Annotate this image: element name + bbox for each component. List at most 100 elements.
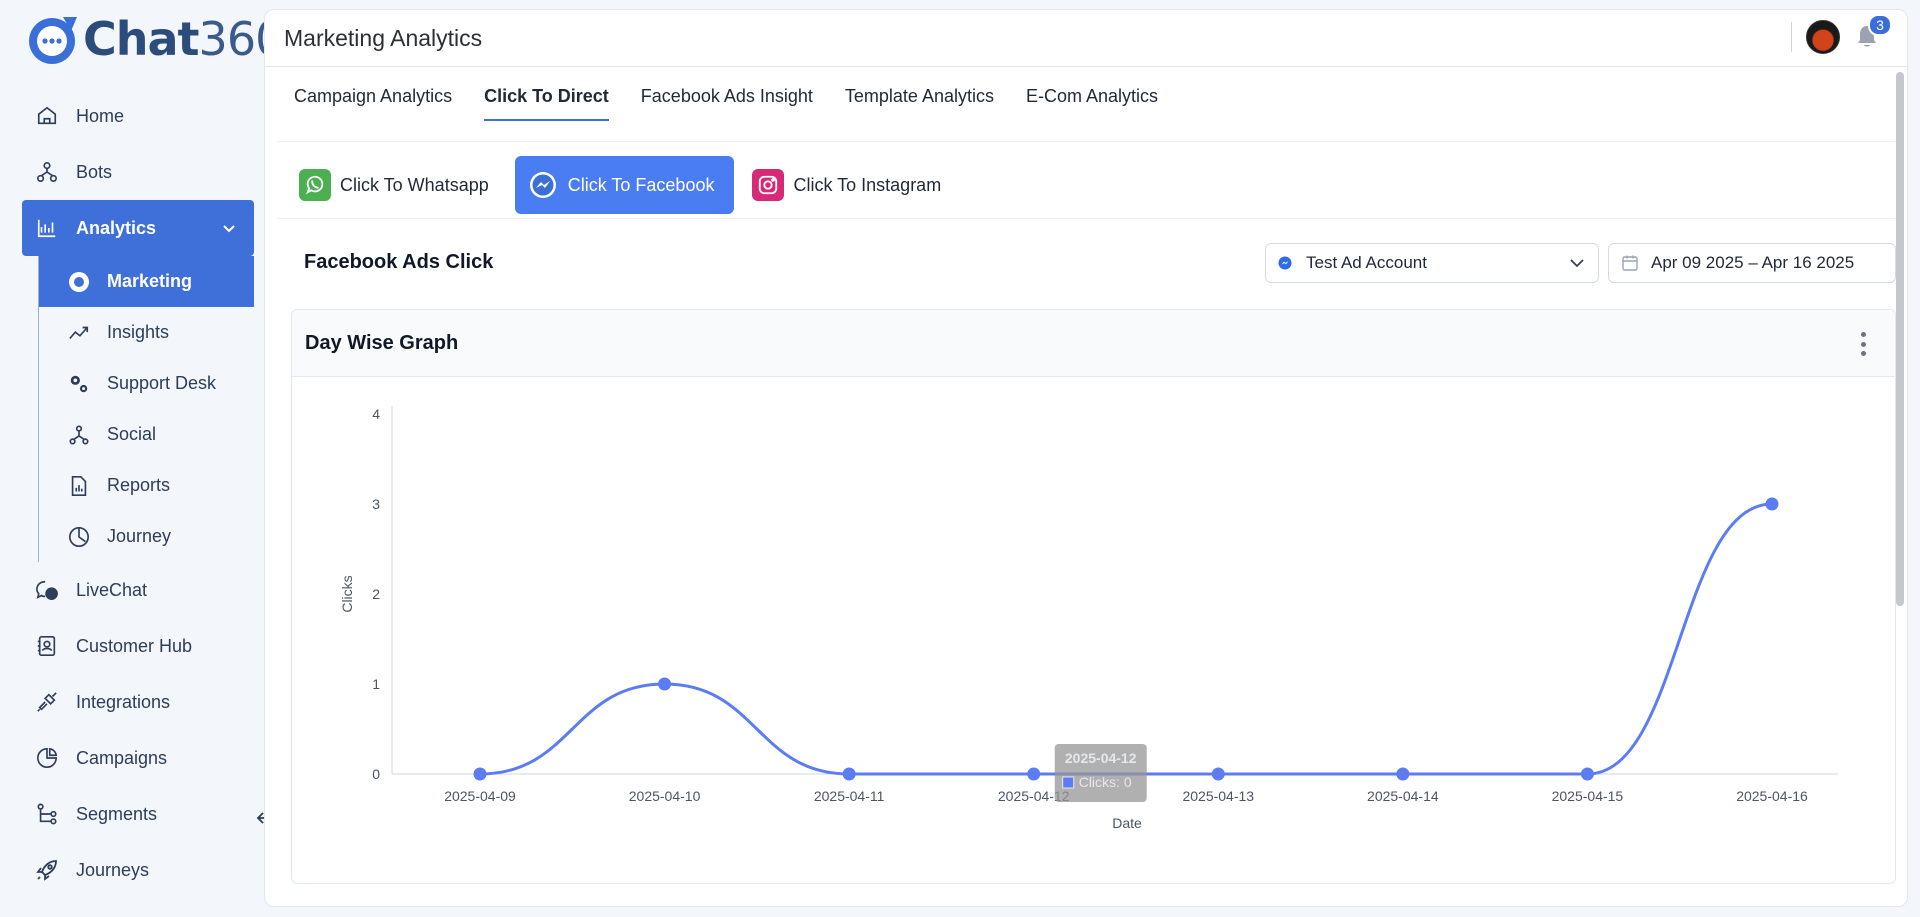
rocket-icon (34, 857, 60, 883)
sidebar-subitem-label: Support Desk (107, 373, 217, 393)
logo[interactable]: Chat360 (27, 12, 284, 66)
analytics-tabs: Campaign Analytics Click To Direct Faceb… (294, 86, 1190, 121)
topbar: Marketing Analytics 3 (265, 10, 1907, 67)
page-title: Marketing Analytics (284, 24, 483, 51)
subtab-click-to-instagram[interactable]: Click To Instagram (740, 156, 961, 214)
notification-badge: 3 (1868, 14, 1892, 36)
sidebar-subitem-marketing[interactable]: Marketing (39, 256, 254, 307)
sidebar-subitem-support-desk[interactable]: Support Desk (39, 358, 254, 409)
sidebar-item-label: Journeys (76, 859, 150, 880)
tooltip-title: 2025-04-12 (1065, 750, 1137, 766)
card-header: Day Wise Graph (292, 310, 1895, 377)
card-title: Day Wise Graph (305, 331, 459, 354)
subtab-label: Click To Whatsapp (340, 174, 489, 195)
sidebar-item-label: Campaigns (76, 747, 168, 768)
report-icon (67, 474, 91, 498)
sidebar-item-livechat[interactable]: LiveChat (22, 562, 254, 618)
day-wise-graph-card: Day Wise Graph 0 1 2 3 4 2025-04-09 2025-04-10… (291, 309, 1896, 884)
sidebar-item-analytics[interactable]: Analytics (22, 200, 254, 256)
x-tick-label: 2025-04-11 (814, 788, 885, 804)
sidebar-subitem-journey[interactable]: Journey (39, 511, 254, 562)
sidebar-item-label: Segments (76, 803, 158, 824)
tooltip-text: Clicks: 0 (1079, 774, 1132, 790)
main-panel: Marketing Analytics 3 Campaign Analytics… (264, 9, 1908, 907)
notifications-button[interactable]: 3 (1852, 14, 1892, 52)
data-point (1027, 767, 1041, 781)
x-tick-label: 2025-04-16 (1736, 788, 1808, 804)
tab-campaign-analytics[interactable]: Campaign Analytics (294, 86, 452, 121)
sidebar-subitem-insights[interactable]: Insights (39, 307, 254, 358)
tooltip-swatch (1062, 776, 1075, 789)
data-point (1211, 767, 1225, 781)
ad-account-value: Test Ad Account (1306, 253, 1427, 272)
chevron-down-icon (1568, 254, 1586, 277)
analytics-icon (34, 215, 60, 241)
target-icon (67, 270, 91, 294)
chat-logo-icon (27, 13, 81, 65)
data-point (1580, 767, 1594, 781)
data-point (842, 767, 856, 781)
sidebar-item-bots[interactable]: Bots (22, 144, 254, 200)
date-range-value: Apr 09 2025 – Apr 16 2025 (1651, 253, 1855, 272)
avatar[interactable] (1806, 20, 1840, 54)
data-point (1765, 497, 1779, 511)
y-tick-label: 1 (372, 676, 380, 692)
sidebar-item-label: Integrations (76, 691, 171, 712)
data-point (658, 677, 672, 691)
x-tick-label: 2025-04-10 (629, 788, 701, 804)
home-icon (34, 103, 60, 129)
sidebar-subitem-label: Social (107, 424, 157, 444)
line-chart: 0 1 2 3 4 2025-04-09 2025-04-10 2025-04-11 2025-… (339, 406, 1838, 831)
messenger-small-icon (1278, 256, 1292, 270)
scrollbar[interactable] (1896, 72, 1904, 606)
section-title: Facebook Ads Click (304, 251, 494, 273)
sidebar-subitem-social[interactable]: Social (39, 409, 254, 460)
y-tick-label: 4 (372, 406, 380, 422)
plug-icon (34, 689, 60, 715)
sidebar-item-campaigns[interactable]: Campaigns (22, 730, 254, 786)
tab-click-to-direct[interactable]: Click To Direct (484, 86, 609, 121)
x-tick-label: 2025-04-13 (1182, 788, 1254, 804)
tab-ecom-analytics[interactable]: E-Com Analytics (1026, 86, 1158, 121)
sidebar-item-home[interactable]: Home (22, 88, 254, 144)
ad-account-select[interactable]: Test Ad Account (1265, 243, 1599, 283)
more-options-icon[interactable] (1855, 332, 1871, 356)
network-icon (67, 423, 91, 447)
tab-facebook-ads-insight[interactable]: Facebook Ads Insight (641, 86, 813, 121)
sidebar-subitem-label: Reports (107, 475, 171, 495)
contacts-icon (34, 633, 60, 659)
subtab-label: Click To Instagram (793, 174, 942, 195)
logo-text: Chat360 (83, 12, 284, 66)
data-point (473, 767, 487, 781)
click-to-direct-subtabs: Click To Whatsapp Click To Facebook Clic… (287, 156, 967, 214)
sidebar-subitem-label: Insights (107, 322, 170, 342)
subtabs-divider (277, 218, 1895, 219)
topbar-actions: 3 (1791, 14, 1892, 54)
subtab-click-to-facebook[interactable]: Click To Facebook (514, 156, 735, 214)
x-tick-label: 2025-04-15 (1552, 788, 1624, 804)
sidebar: Chat360 Home Bots Analytics Marketing In… (0, 0, 284, 917)
chevron-down-icon (222, 218, 236, 239)
subtab-label: Click To Facebook (567, 174, 715, 195)
sidebar-item-segments[interactable]: Segments (22, 786, 254, 842)
sidebar-item-journeys[interactable]: Journeys (22, 842, 254, 898)
data-point (1396, 767, 1410, 781)
sidebar-item-label: Analytics (76, 217, 157, 238)
livechat-icon (34, 577, 60, 603)
sidebar-item-customer-hub[interactable]: Customer Hub (22, 618, 254, 674)
sidebar-item-label: Home (76, 105, 125, 126)
analytics-submenu: Marketing Insights Support Desk Social R… (38, 256, 254, 562)
y-tick-label: 2 (372, 586, 380, 602)
timer-icon (67, 525, 91, 549)
instagram-icon (752, 169, 785, 201)
sidebar-subitem-reports[interactable]: Reports (39, 460, 254, 511)
date-range-picker[interactable]: Apr 09 2025 – Apr 16 2025 (1608, 243, 1896, 283)
subtab-click-to-whatsapp[interactable]: Click To Whatsapp (287, 156, 509, 214)
sidebar-subitem-label: Marketing (107, 271, 193, 291)
y-tick-label: 3 (372, 496, 380, 512)
sidebar-item-integrations[interactable]: Integrations (22, 674, 254, 730)
topbar-divider (1791, 22, 1792, 52)
x-tick-label: 2025-04-09 (444, 788, 516, 804)
sidebar-item-label: Bots (76, 161, 113, 182)
tab-template-analytics[interactable]: Template Analytics (845, 86, 994, 121)
